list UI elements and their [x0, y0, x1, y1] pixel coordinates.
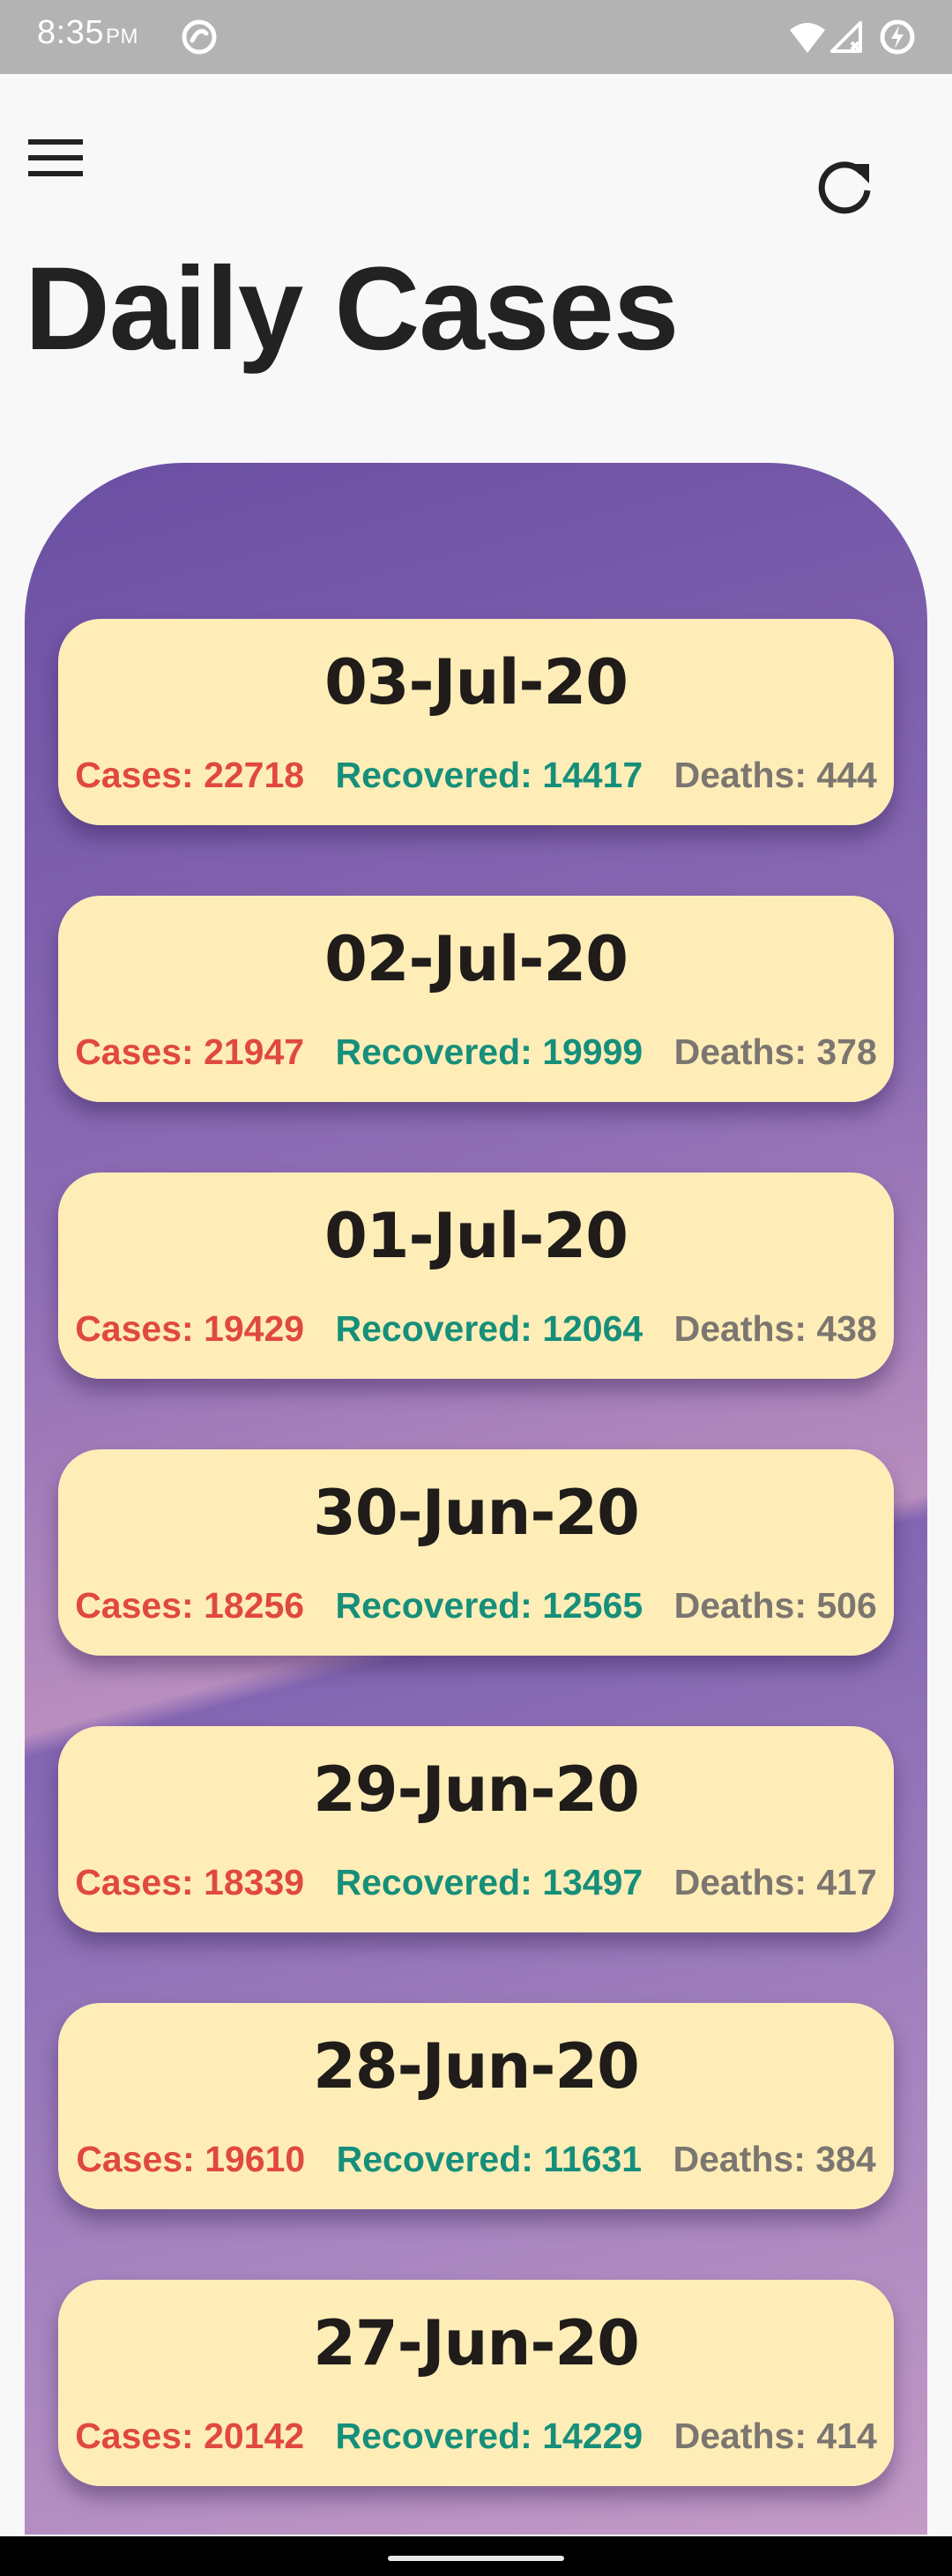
status-time-ampm: PM	[105, 25, 138, 48]
day-stats: Cases: 20142 Recovered: 14229 Deaths: 41…	[58, 2414, 894, 2458]
recovered-count: Recovered: 12565	[335, 1585, 643, 1626]
recovered-count: Recovered: 13497	[335, 1862, 643, 1902]
cases-count: Cases: 18256	[75, 1585, 305, 1626]
day-stats: Cases: 18339 Recovered: 13497 Deaths: 41…	[58, 1860, 894, 1904]
day-stats: Cases: 18256 Recovered: 12565 Deaths: 50…	[58, 1583, 894, 1627]
navigation-bar	[0, 2536, 952, 2576]
refresh-icon[interactable]	[811, 152, 881, 222]
cases-count: Cases: 18339	[75, 1862, 305, 1902]
recovered-count: Recovered: 12064	[335, 1308, 643, 1349]
day-date: 29-Jun-20	[313, 1753, 640, 1826]
status-time-value: 8:35	[37, 14, 104, 51]
cases-count: Cases: 21947	[75, 1031, 305, 1072]
app-bar	[0, 74, 952, 233]
recovered-count: Recovered: 14229	[335, 2416, 643, 2456]
day-stats: Cases: 19429 Recovered: 12064 Deaths: 43…	[58, 1307, 894, 1351]
deaths-count: Deaths: 438	[673, 1308, 877, 1349]
deaths-count: Deaths: 384	[673, 2139, 876, 2179]
do-not-disturb-icon	[180, 18, 219, 60]
day-card[interactable]: 02-Jul-20 Cases: 21947 Recovered: 19999 …	[58, 896, 894, 1102]
daily-cases-panel[interactable]: 03-Jul-20 Cases: 22718 Recovered: 14417 …	[25, 463, 927, 2535]
cases-count: Cases: 19429	[75, 1308, 305, 1349]
day-date: 02-Jul-20	[324, 923, 628, 995]
day-card[interactable]: 30-Jun-20 Cases: 18256 Recovered: 12565 …	[58, 1449, 894, 1656]
status-bar: 8:35PM	[0, 0, 952, 74]
day-stats: Cases: 19610 Recovered: 11631 Deaths: 38…	[58, 2137, 894, 2181]
day-date: 30-Jun-20	[313, 1477, 640, 1549]
day-card[interactable]: 27-Jun-20 Cases: 20142 Recovered: 14229 …	[58, 2280, 894, 2486]
page-title: Daily Cases	[25, 243, 679, 375]
day-date: 27-Jun-20	[313, 2307, 640, 2379]
battery-charging-icon	[878, 18, 917, 60]
day-card[interactable]: 28-Jun-20 Cases: 19610 Recovered: 11631 …	[58, 2003, 894, 2209]
daily-cases-list[interactable]: 03-Jul-20 Cases: 22718 Recovered: 14417 …	[58, 619, 894, 2535]
day-card[interactable]: 01-Jul-20 Cases: 19429 Recovered: 12064 …	[58, 1173, 894, 1379]
day-date: 01-Jul-20	[324, 1200, 628, 1272]
deaths-count: Deaths: 378	[673, 1031, 877, 1072]
cell-signal-icon	[829, 19, 864, 58]
hamburger-menu-icon[interactable]	[26, 136, 88, 197]
day-stats: Cases: 21947 Recovered: 19999 Deaths: 37…	[58, 1030, 894, 1074]
deaths-count: Deaths: 506	[673, 1585, 877, 1626]
deaths-count: Deaths: 417	[673, 1862, 877, 1902]
recovered-count: Recovered: 11631	[336, 2139, 643, 2179]
deaths-count: Deaths: 414	[673, 2416, 877, 2456]
day-date: 28-Jun-20	[313, 2030, 640, 2103]
wifi-icon	[788, 19, 827, 58]
deaths-count: Deaths: 444	[673, 755, 877, 795]
status-time: 8:35PM	[37, 14, 138, 52]
cases-count: Cases: 22718	[75, 755, 305, 795]
day-date: 03-Jul-20	[324, 646, 628, 718]
cases-count: Cases: 19610	[76, 2139, 306, 2179]
day-card[interactable]: 29-Jun-20 Cases: 18339 Recovered: 13497 …	[58, 1726, 894, 1932]
day-card[interactable]: 03-Jul-20 Cases: 22718 Recovered: 14417 …	[58, 619, 894, 825]
recovered-count: Recovered: 19999	[335, 1031, 643, 1072]
day-stats: Cases: 22718 Recovered: 14417 Deaths: 44…	[58, 753, 894, 797]
recovered-count: Recovered: 14417	[335, 755, 643, 795]
cases-count: Cases: 20142	[75, 2416, 305, 2456]
home-indicator[interactable]	[388, 2556, 564, 2561]
